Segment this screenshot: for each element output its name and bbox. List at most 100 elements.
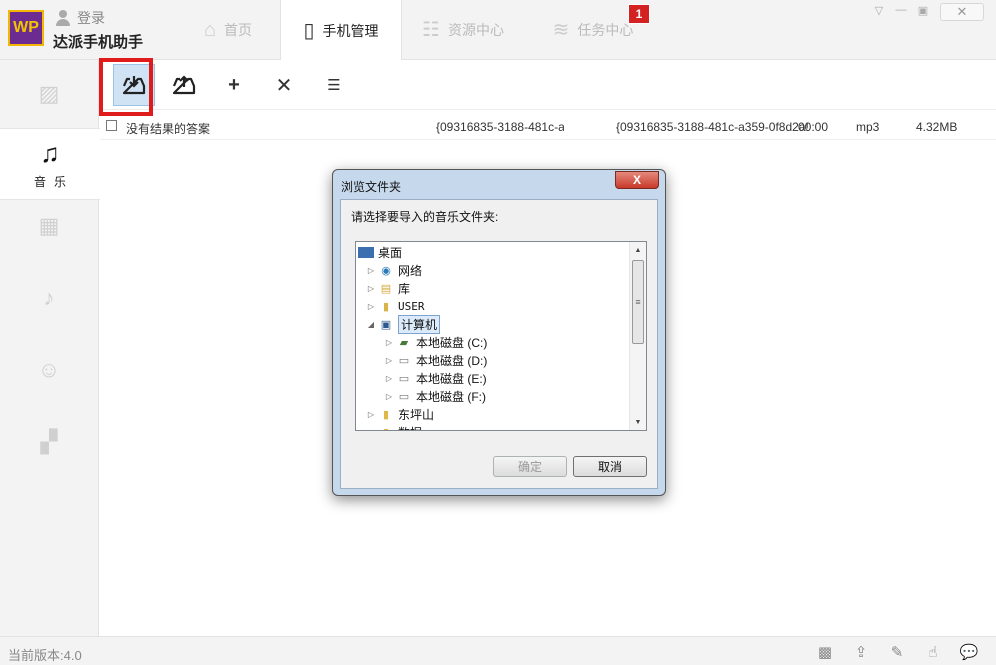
- network-icon: ◉: [381, 264, 391, 277]
- library-icon: ▤: [380, 282, 392, 295]
- tree-item-network[interactable]: ▷ ◉ 网络: [366, 261, 422, 279]
- scroll-down-icon[interactable]: ▼: [630, 414, 646, 430]
- expand-arrow-icon[interactable]: ▷: [366, 266, 376, 275]
- tree-item-user[interactable]: ▷ ▮ USER: [366, 297, 425, 315]
- tree-item-desktop[interactable]: 桌面: [358, 243, 402, 261]
- folder-icon: ▮: [382, 408, 390, 421]
- expand-arrow-icon[interactable]: ▷: [366, 410, 376, 419]
- song-format: mp3: [856, 120, 880, 134]
- film-icon: ▦: [38, 213, 60, 238]
- contacts-icon: ☺: [37, 357, 61, 382]
- expand-arrow-icon[interactable]: ▷: [384, 338, 394, 347]
- song-title: 没有结果的答案: [126, 122, 211, 136]
- dialog-prompt: 请选择要导入的音乐文件夹:: [351, 210, 499, 224]
- minimize-icon[interactable]: —: [890, 3, 912, 17]
- user-folder-icon: ▮: [382, 300, 390, 313]
- tab-label: 首页: [224, 22, 253, 38]
- row-checkbox[interactable]: [106, 120, 117, 131]
- expand-arrow-icon[interactable]: ▷: [384, 392, 394, 401]
- tab-label: 资源中心: [447, 22, 504, 38]
- close-icon[interactable]: ✕: [940, 3, 984, 21]
- delete-button[interactable]: ✕: [263, 64, 305, 106]
- upload-icon[interactable]: ⇪: [852, 643, 870, 661]
- expand-arrow-icon[interactable]: ▷: [366, 284, 376, 293]
- grid-icon: ☷: [422, 19, 440, 41]
- export-icon: [172, 75, 196, 95]
- tree-item-folder[interactable]: ▮ 数据: [366, 423, 422, 431]
- song-path: {09316835-3188-481c-a359-0f8d2a!: [616, 120, 809, 134]
- user-icon: [55, 10, 71, 26]
- bell-icon: ♪: [43, 285, 55, 310]
- sidebar-item-ringtones[interactable]: ♪: [0, 272, 98, 324]
- expand-arrow-icon[interactable]: ▷: [366, 302, 376, 311]
- app-name: 达派手机助手: [53, 34, 144, 51]
- task-count-badge: 1: [628, 4, 650, 24]
- folder-icon: ▮: [378, 425, 394, 431]
- sidebar: ▨ ♫ 音乐 ▦ ♪ ☺ ▞: [0, 60, 100, 636]
- tab-label: 手机管理: [322, 22, 379, 39]
- hand-pointer-icon[interactable]: ☝: [924, 643, 942, 661]
- sidebar-item-apps[interactable]: ▞: [0, 416, 98, 468]
- dropdown-icon[interactable]: ▽: [868, 3, 890, 17]
- collapse-arrow-icon[interactable]: ◢: [366, 320, 376, 329]
- sidebar-item-label: 音乐: [33, 175, 74, 189]
- scroll-thumb[interactable]: ≡: [632, 260, 644, 344]
- cancel-button[interactable]: 取消: [573, 456, 647, 477]
- dialog-close-button[interactable]: X: [615, 171, 659, 189]
- expand-arrow-icon[interactable]: ▷: [384, 374, 394, 383]
- export-button[interactable]: [163, 64, 205, 106]
- tree-item-folder[interactable]: ▷ ▮ 东坪山: [366, 405, 434, 423]
- tree-item-drive-d[interactable]: ▷ ▭ 本地磁盘 (D:): [384, 351, 487, 369]
- login-label: 登录: [77, 10, 105, 26]
- tab-home[interactable]: ⌂ 首页: [180, 0, 276, 60]
- tree-item-computer[interactable]: ◢ ▣ 计算机: [366, 314, 441, 334]
- highlight-annotation: [99, 58, 153, 116]
- restore-icon[interactable]: ▣: [912, 3, 934, 17]
- home-icon: ⌂: [203, 19, 217, 41]
- song-size: 4.32MB: [916, 120, 958, 134]
- tree-scrollbar[interactable]: ▲ ≡ ▼: [629, 242, 646, 430]
- computer-icon: ▣: [380, 318, 392, 331]
- drive-icon: ▭: [398, 372, 410, 385]
- desktop-icon: [358, 246, 374, 258]
- tree-item-library[interactable]: ▷ ▤ 库: [366, 279, 410, 297]
- system-drive-icon: ▰: [399, 336, 409, 349]
- delete-icon: ✕: [275, 74, 293, 97]
- tab-phone-management[interactable]: ▯ 手机管理: [280, 0, 402, 61]
- tab-resource-center[interactable]: ☷ 资源中心: [404, 0, 522, 60]
- dialog-title: 浏览文件夹: [341, 180, 402, 194]
- sidebar-item-video[interactable]: ▦: [0, 200, 98, 252]
- folder-tree[interactable]: 桌面 ▷ ◉ 网络 ▷ ▤ 库 ▷ ▮ USER ◢ ▣ 计算机 ▷ ▰ 本地磁…: [355, 241, 647, 431]
- top-bar: WP 登录 达派手机助手 ⌂ 首页 ▯ 手机管理 ☷ 资源中心 ≋ 任务中心 1…: [0, 0, 996, 61]
- version-label: 当前版本:4.0: [8, 648, 82, 663]
- song-duration: 00:00: [798, 120, 829, 134]
- tree-item-drive-c[interactable]: ▷ ▰ 本地磁盘 (C:): [384, 333, 487, 351]
- qr-code-icon[interactable]: ▩: [816, 643, 834, 661]
- sidebar-item-photos[interactable]: ▨: [0, 60, 98, 128]
- add-button[interactable]: +: [213, 64, 255, 106]
- table-row[interactable]: 没有结果的答案 {09316835-3188-481c-a3! {0931683…: [100, 116, 996, 140]
- window-controls: ▽ — ▣ ✕: [868, 3, 984, 21]
- edit-icon[interactable]: ✎: [888, 643, 906, 661]
- image-icon: ▨: [38, 81, 60, 106]
- status-bar: 当前版本:4.0 ▩ ⇪ ✎ ☝ 💬: [0, 636, 996, 665]
- app-logo: WP: [8, 10, 44, 46]
- music-note-icon: ♫: [40, 138, 60, 168]
- toolbar: + ✕ ☰: [100, 60, 996, 110]
- ok-button[interactable]: 确定: [493, 456, 567, 477]
- apps-grid-icon: ▞: [40, 429, 58, 454]
- login-link[interactable]: 登录: [55, 8, 105, 28]
- drive-icon: ▭: [398, 390, 410, 403]
- phone-icon: ▯: [303, 19, 315, 42]
- song-id: {09316835-3188-481c-a3!: [436, 120, 564, 134]
- tree-item-drive-e[interactable]: ▷ ▭ 本地磁盘 (E:): [384, 369, 487, 387]
- select-all-button[interactable]: ☰: [313, 64, 355, 106]
- tree-item-drive-f[interactable]: ▷ ▭ 本地磁盘 (F:): [384, 387, 486, 405]
- chat-icon[interactable]: 💬: [960, 643, 979, 661]
- sidebar-item-contacts[interactable]: ☺: [0, 344, 98, 396]
- list-check-icon: ☰: [327, 77, 341, 94]
- scroll-up-icon[interactable]: ▲: [630, 242, 646, 258]
- expand-arrow-icon[interactable]: ▷: [384, 356, 394, 365]
- sidebar-item-music[interactable]: ♫ 音乐: [0, 128, 100, 200]
- layers-icon: ≋: [552, 19, 570, 41]
